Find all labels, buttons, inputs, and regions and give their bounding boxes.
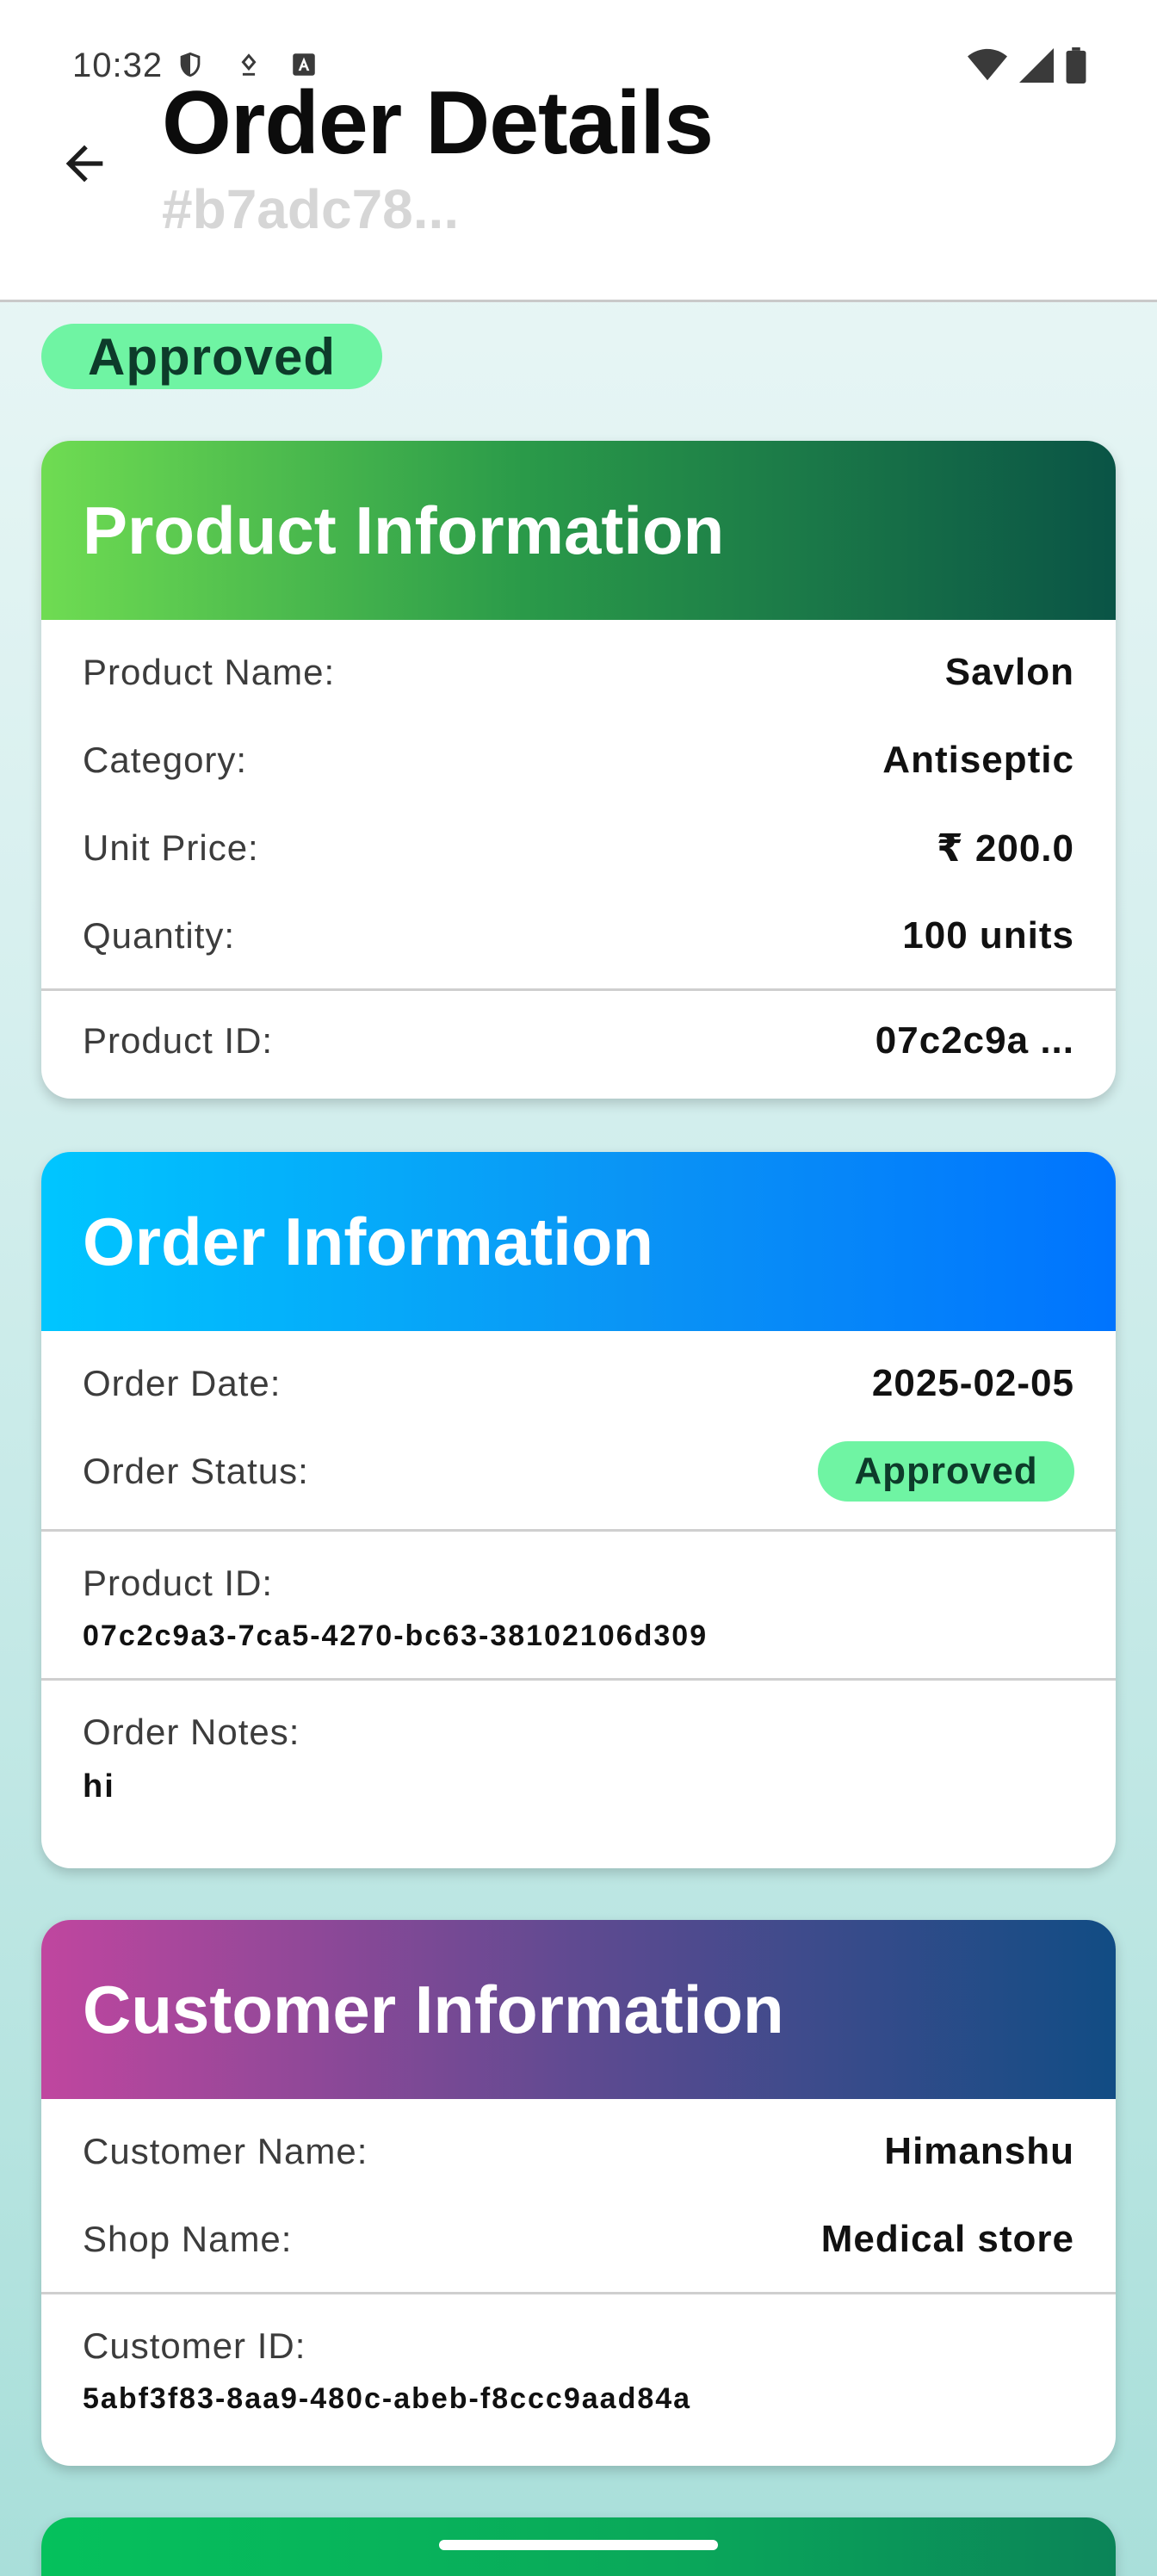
wifi-icon bbox=[968, 48, 1007, 81]
page-title: Order Details bbox=[162, 73, 714, 173]
row-label: Order Status: bbox=[83, 1451, 309, 1491]
info-row: Quantity: 100 units bbox=[41, 892, 1116, 980]
row-label: Unit Price: bbox=[83, 827, 259, 868]
order-id-subtitle: #b7adc78... bbox=[162, 178, 460, 240]
status-badge: Approved bbox=[41, 324, 382, 389]
block-label: Product ID: bbox=[83, 1563, 274, 1603]
block-label: Customer ID: bbox=[83, 2325, 306, 2366]
row-label: Customer Name: bbox=[83, 2131, 368, 2171]
info-row: Customer Name: Himanshu bbox=[41, 2108, 1116, 2195]
customer-info-card: Customer Information Customer Name: Hima… bbox=[41, 1920, 1116, 2466]
row-value: Savlon bbox=[944, 651, 1074, 693]
product-id-block: Product ID: 07c2c9a3-7ca5-4270-bc63-3810… bbox=[41, 1532, 1116, 1678]
row-label: Category: bbox=[83, 740, 248, 780]
order-status-badge: Approved bbox=[818, 1441, 1074, 1502]
back-button[interactable] bbox=[48, 127, 121, 200]
order-notes-block: Order Notes: hi bbox=[41, 1681, 1116, 1805]
status-time: 10:32 bbox=[72, 46, 164, 84]
row-value: Medical store bbox=[820, 2218, 1074, 2260]
row-value: Himanshu bbox=[884, 2130, 1074, 2172]
info-row: Order Status: Approved bbox=[41, 1427, 1116, 1515]
row-label: Quantity: bbox=[83, 915, 236, 956]
card-header: Product Information bbox=[41, 441, 1116, 620]
gesture-home-bar[interactable] bbox=[439, 2540, 718, 2550]
row-label: Product Name: bbox=[83, 652, 336, 692]
card-header: Order Information bbox=[41, 1152, 1116, 1331]
product-id-value: 07c2c9a ... bbox=[875, 1019, 1074, 1062]
info-row: Unit Price: ₹ 200.0 bbox=[41, 804, 1116, 892]
row-value: ₹ 200.0 bbox=[937, 827, 1074, 870]
row-label: Shop Name: bbox=[83, 2219, 293, 2259]
card-header: Customer Information bbox=[41, 1920, 1116, 2099]
product-id-row: Product ID: 07c2c9a ... bbox=[41, 991, 1116, 1091]
screen: #b7adc78... Order Details 10:32 Approved… bbox=[0, 0, 1157, 2576]
order-notes-value: hi bbox=[83, 1768, 115, 1805]
order-info-card: Order Information Order Date: 2025-02-05… bbox=[41, 1152, 1116, 1868]
info-row: Shop Name: Medical store bbox=[41, 2195, 1116, 2283]
system-icons bbox=[968, 47, 1086, 84]
row-label: Product ID: bbox=[83, 1020, 274, 1061]
row-value: Antiseptic bbox=[882, 739, 1074, 781]
info-row: Product Name: Savlon bbox=[41, 629, 1116, 716]
customer-id-block: Customer ID: 5abf3f83-8aa9-480c-abeb-f8c… bbox=[41, 2294, 1116, 2416]
info-row: Category: Antiseptic bbox=[41, 716, 1116, 804]
product-info-card: Product Information Product Name: Savlon… bbox=[41, 441, 1116, 1099]
battery-icon bbox=[1066, 47, 1086, 84]
order-date-value: 2025-02-05 bbox=[871, 1362, 1074, 1404]
block-label: Order Notes: bbox=[83, 1712, 300, 1752]
signal-icon bbox=[1019, 48, 1054, 83]
arrow-back-icon bbox=[65, 145, 103, 183]
product-id-full: 07c2c9a3-7ca5-4270-bc63-38102106d309 bbox=[83, 1619, 708, 1652]
info-row: Order Date: 2025-02-05 bbox=[41, 1340, 1116, 1427]
customer-id-value: 5abf3f83-8aa9-480c-abeb-f8ccc9aad84a bbox=[83, 2382, 692, 2415]
row-label: Order Date: bbox=[83, 1363, 282, 1403]
row-value: 100 units bbox=[902, 914, 1074, 957]
